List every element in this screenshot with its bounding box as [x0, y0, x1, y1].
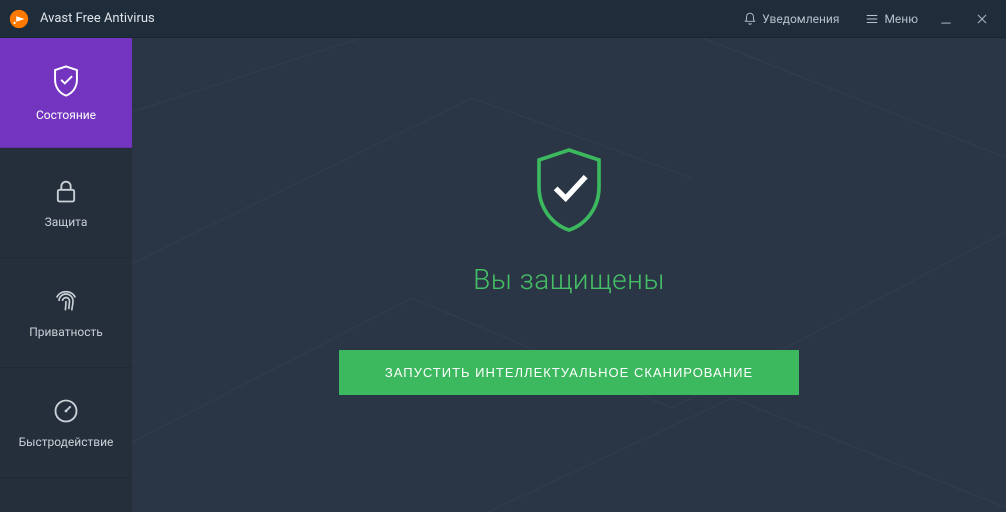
minimize-button[interactable]	[932, 5, 960, 33]
close-icon	[975, 12, 989, 26]
menu-label: Меню	[884, 12, 918, 26]
avast-logo-icon	[8, 8, 30, 30]
menu-button[interactable]: Меню	[859, 8, 924, 30]
run-smart-scan-button[interactable]: ЗАПУСТИТЬ ИНТЕЛЛЕКТУАЛЬНОЕ СКАНИРОВАНИЕ	[339, 350, 799, 395]
notifications-button[interactable]: Уведомления	[737, 8, 845, 30]
main-area: Состояние Защита Приватность	[0, 38, 1006, 512]
sidebar-privacy-label: Приватность	[29, 325, 103, 339]
app-title: Avast Free Antivirus	[40, 11, 155, 26]
sidebar: Состояние Защита Приватность	[0, 38, 132, 512]
sidebar-performance-label: Быстродействие	[19, 435, 114, 449]
sidebar-item-privacy[interactable]: Приватность	[0, 258, 132, 368]
sidebar-item-performance[interactable]: Быстродействие	[0, 368, 132, 478]
gauge-icon	[52, 397, 80, 425]
lock-icon	[52, 177, 80, 205]
fingerprint-icon	[52, 287, 80, 315]
close-button[interactable]	[968, 5, 996, 33]
titlebar: Avast Free Antivirus Уведомления Меню	[0, 0, 1006, 38]
minimize-icon	[939, 12, 953, 26]
hamburger-icon	[865, 12, 879, 26]
shield-check-icon	[51, 64, 81, 98]
sidebar-item-protection[interactable]: Защита	[0, 148, 132, 258]
sidebar-item-status[interactable]: Состояние	[0, 38, 132, 148]
notifications-label: Уведомления	[762, 12, 839, 26]
sidebar-status-label: Состояние	[36, 108, 96, 122]
protected-shield-icon	[529, 143, 609, 237]
status-headline: Вы защищены	[473, 263, 665, 296]
bell-icon	[743, 12, 757, 26]
content-panel: Вы защищены ЗАПУСТИТЬ ИНТЕЛЛЕКТУАЛЬНОЕ С…	[132, 38, 1006, 512]
sidebar-protection-label: Защита	[45, 215, 88, 229]
